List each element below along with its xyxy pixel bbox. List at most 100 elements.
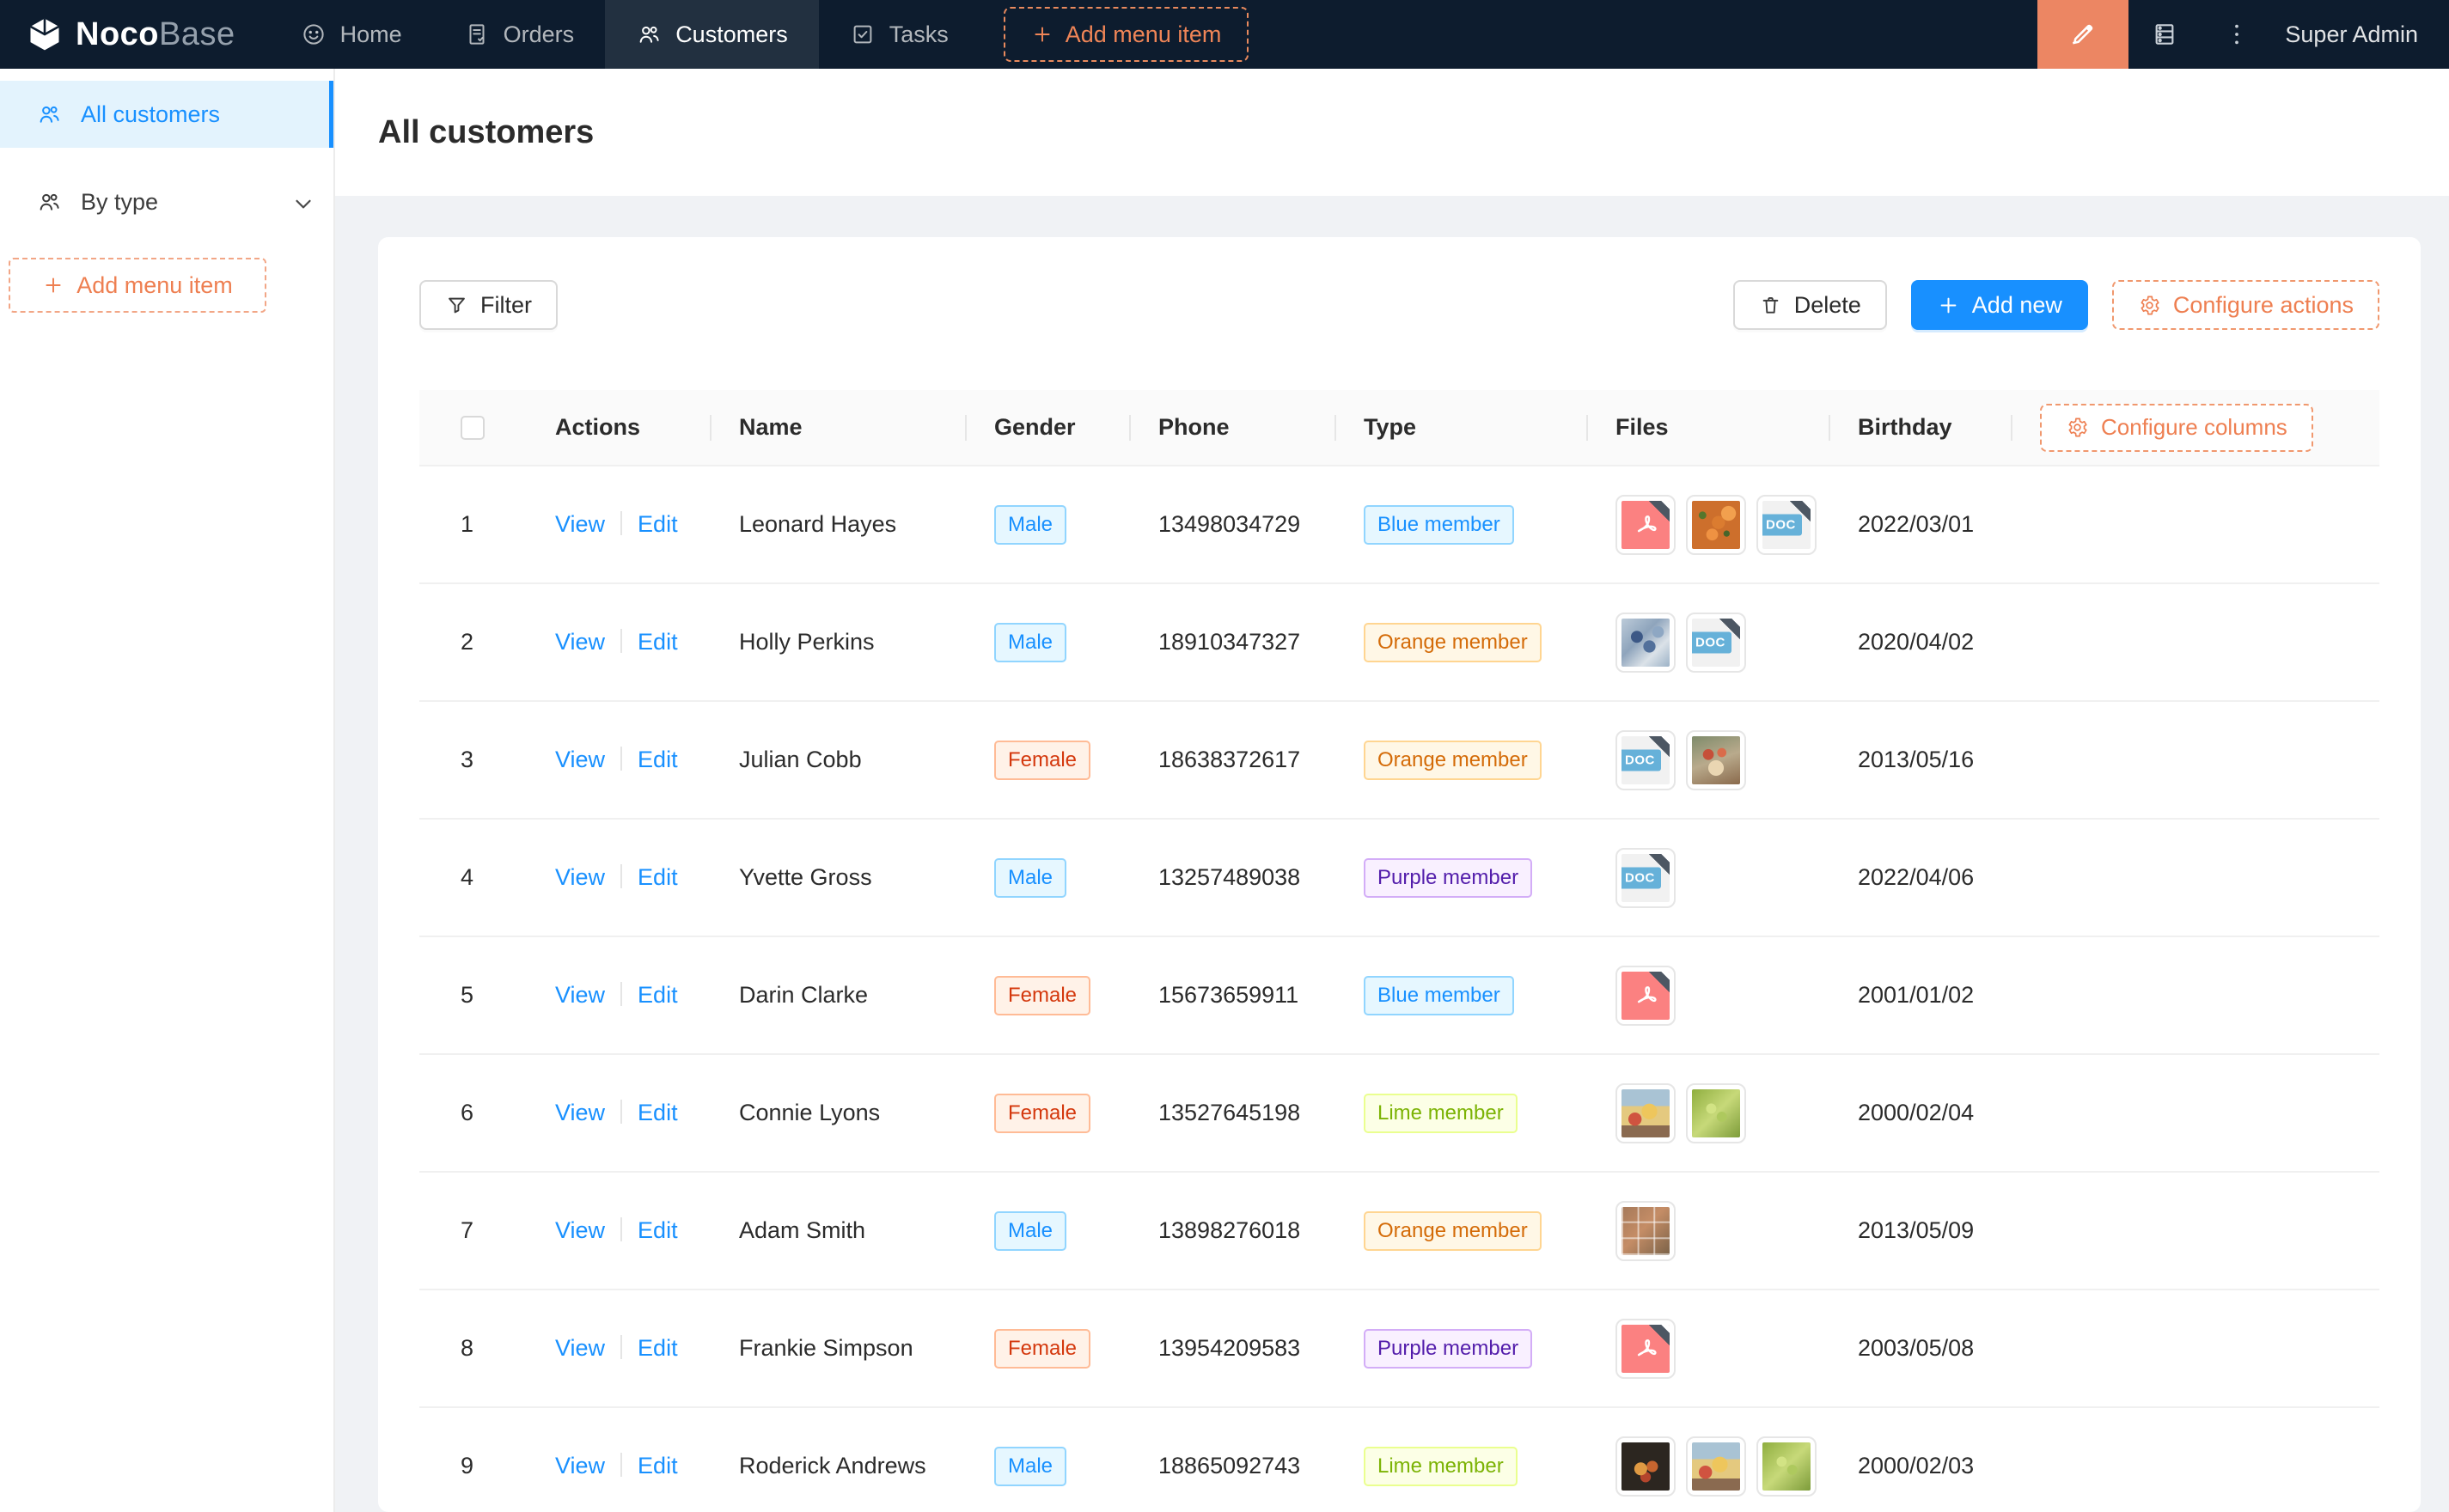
table-header: ActionsNameGenderPhoneTypeFilesBirthdayC… — [419, 390, 2379, 466]
sidebar-item-by-type[interactable]: By type — [0, 168, 333, 235]
image-green-grapes-thumb — [1692, 1089, 1740, 1137]
birthday-cell: 2003/05/08 — [1830, 1289, 2012, 1407]
birthday-value: 2000/02/04 — [1858, 1100, 1974, 1125]
doc-page: DOC — [1621, 736, 1670, 784]
column-header-birthday: Birthday — [1830, 390, 2012, 466]
image-fruit-banana-thumb — [1621, 1089, 1670, 1137]
sidebar-item-label: All customers — [81, 101, 220, 128]
row-index: 1 — [461, 511, 473, 537]
edit-link[interactable]: Edit — [638, 1335, 678, 1361]
image-thumbnail[interactable] — [1756, 1436, 1817, 1497]
navbar-add-menu-item-button[interactable]: Add menu item — [1004, 7, 1249, 62]
more-menu-button[interactable] — [2201, 0, 2273, 69]
phone-cell: 13954209583 — [1131, 1289, 1336, 1407]
user-menu[interactable]: Super Admin — [2273, 21, 2449, 48]
pdf-file-icon[interactable] — [1615, 966, 1676, 1026]
gender-tag: Female — [994, 1094, 1090, 1133]
doc-page: DOC — [1621, 854, 1670, 902]
image-thumbnail[interactable] — [1686, 1436, 1746, 1497]
doc-file-icon[interactable]: DOC — [1615, 848, 1676, 908]
gender-tag: Male — [994, 1211, 1066, 1251]
edit-link[interactable]: Edit — [638, 747, 678, 772]
row-index-cell: 9 — [419, 1407, 540, 1512]
name-cell: Yvette Gross — [711, 819, 967, 936]
view-link[interactable]: View — [555, 1100, 605, 1125]
image-blue-grapes-thumb — [1621, 619, 1670, 667]
image-thumbnail[interactable] — [1686, 1083, 1746, 1143]
view-link[interactable]: View — [555, 629, 605, 655]
navbar-item-home[interactable]: Home — [270, 0, 433, 69]
image-thumbnail[interactable] — [1686, 495, 1746, 555]
row-index: 4 — [461, 864, 473, 890]
doc-file-icon[interactable]: DOC — [1756, 495, 1817, 555]
file-list — [1615, 1201, 1830, 1261]
brand-text: NocoBase — [76, 16, 235, 53]
table-row: 3ViewEditJulian CobbFemale18638372617Ora… — [419, 701, 2379, 819]
view-link[interactable]: View — [555, 1217, 605, 1243]
image-thumbnail[interactable] — [1686, 730, 1746, 790]
navbar-item-customers[interactable]: Customers — [605, 0, 819, 69]
gender-cell: Male — [967, 1172, 1131, 1289]
edit-link[interactable]: Edit — [638, 1453, 678, 1478]
view-link[interactable]: View — [555, 511, 605, 537]
table-card: Filter Delete Add new — [378, 237, 2421, 1512]
edit-link[interactable]: Edit — [638, 511, 678, 537]
ui-editor-button[interactable] — [2037, 0, 2128, 69]
image-thumbnail[interactable] — [1615, 613, 1676, 673]
birthday-value: 2013/05/09 — [1858, 1217, 1974, 1243]
edit-link[interactable]: Edit — [638, 1100, 678, 1125]
birthday-value: 2000/02/03 — [1858, 1453, 1974, 1478]
member-type-tag: Orange member — [1364, 623, 1542, 662]
configure-columns-label: Configure columns — [2101, 414, 2287, 441]
phone-number: 18910347327 — [1158, 629, 1300, 655]
add-new-label: Add new — [1972, 292, 2062, 319]
files-cell — [1588, 1172, 1830, 1289]
select-all-checkbox[interactable] — [461, 416, 485, 440]
image-thumbnail[interactable] — [1615, 1201, 1676, 1261]
type-cell: Blue member — [1336, 936, 1588, 1054]
view-link[interactable]: View — [555, 1453, 605, 1478]
navbar-item-tasks[interactable]: Tasks — [819, 0, 980, 69]
edit-link[interactable]: Edit — [638, 629, 678, 655]
column-header-label: Actions — [555, 414, 640, 440]
image-thumbnail[interactable] — [1615, 1083, 1676, 1143]
doc-badge: DOC — [1621, 749, 1661, 771]
gender-tag: Female — [994, 1329, 1090, 1369]
edit-link[interactable]: Edit — [638, 1217, 678, 1243]
pdf-file-icon[interactable] — [1615, 495, 1676, 555]
configure-actions-button[interactable]: Configure actions — [2112, 280, 2379, 330]
table-row: 9ViewEditRoderick AndrewsMale18865092743… — [419, 1407, 2379, 1512]
column-header-name: Name — [711, 390, 967, 466]
navbar-item-orders[interactable]: Orders — [433, 0, 606, 69]
name-cell: Holly Perkins — [711, 583, 967, 701]
image-thumbnail[interactable] — [1615, 1436, 1676, 1497]
view-link[interactable]: View — [555, 747, 605, 772]
customer-name: Adam Smith — [739, 1217, 865, 1243]
view-link[interactable]: View — [555, 1335, 605, 1361]
view-link[interactable]: View — [555, 864, 605, 890]
delete-button[interactable]: Delete — [1733, 280, 1887, 330]
nocobase-logo[interactable]: NocoBase — [0, 15, 270, 53]
edit-link[interactable]: Edit — [638, 982, 678, 1008]
add-new-button[interactable]: Add new — [1911, 280, 2088, 330]
doc-file-icon[interactable]: DOC — [1686, 613, 1746, 673]
sidebar-add-menu-item-button[interactable]: Add menu item — [9, 258, 266, 313]
doc-file-icon[interactable]: DOC — [1615, 730, 1676, 790]
sidebar-item-all-customers[interactable]: All customers — [0, 81, 333, 148]
type-cell: Lime member — [1336, 1407, 1588, 1512]
configure-columns-button[interactable]: Configure columns — [2040, 404, 2313, 452]
table-row: 5ViewEditDarin ClarkeFemale15673659911Bl… — [419, 936, 2379, 1054]
sidebar-add-menu-item-label: Add menu item — [76, 272, 233, 299]
spacer-cell — [2012, 701, 2379, 819]
edit-link[interactable]: Edit — [638, 864, 678, 890]
select-all-header-cell — [419, 390, 540, 466]
type-cell: Purple member — [1336, 1289, 1588, 1407]
view-link[interactable]: View — [555, 982, 605, 1008]
customer-name: Julian Cobb — [739, 747, 862, 772]
gender-tag: Male — [994, 1447, 1066, 1486]
pdf-file-icon[interactable] — [1615, 1319, 1676, 1379]
gender-tag: Male — [994, 505, 1066, 545]
filter-button[interactable]: Filter — [419, 280, 558, 330]
collections-button[interactable] — [2128, 0, 2201, 69]
column-header-label: Type — [1364, 414, 1416, 440]
